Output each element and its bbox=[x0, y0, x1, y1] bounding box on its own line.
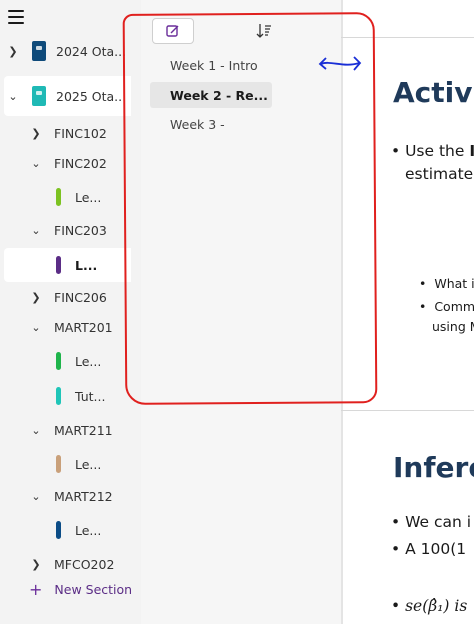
notebook-icon bbox=[32, 41, 46, 61]
heading-activity: Activit bbox=[393, 76, 474, 109]
new-page-button[interactable] bbox=[152, 18, 194, 44]
new-section-label: New Section bbox=[54, 581, 131, 597]
chevron-down-icon[interactable]: ⌄ bbox=[29, 223, 43, 237]
chevron-down-icon[interactable]: ⌄ bbox=[29, 320, 43, 334]
page-list-panel: Week 1 - Intro Week 2 - Re... Week 3 - bbox=[141, 0, 341, 624]
section-label: MFCO202 bbox=[54, 556, 115, 572]
section-color-bar bbox=[56, 256, 61, 274]
bullet-1-line-2: estimate bbox=[405, 165, 474, 183]
section-label: MART211 bbox=[54, 422, 113, 438]
section-item-finc102[interactable]: ❯ FINC102 bbox=[0, 119, 107, 147]
section-page-label: Le... bbox=[75, 189, 102, 205]
chevron-right-icon[interactable]: ❯ bbox=[29, 290, 43, 304]
section-page-label: Le... bbox=[75, 522, 102, 538]
plus-icon: + bbox=[29, 579, 43, 599]
section-page-item-selected[interactable]: L... bbox=[0, 251, 97, 279]
onenote-window: ❯ 2024 Ota... ⌄ 2025 Ota... ❯ FINC102 ⌄ … bbox=[0, 0, 474, 624]
section-item-mart212[interactable]: ⌄ MART212 bbox=[0, 482, 113, 510]
chevron-down-icon[interactable]: ⌄ bbox=[29, 423, 43, 437]
notebook-icon bbox=[32, 86, 46, 106]
page-item-week2[interactable]: Week 2 - Re... bbox=[150, 82, 272, 108]
section-item-mart201[interactable]: ⌄ MART201 bbox=[0, 313, 113, 341]
formula-line: • se(β̂₁) is bbox=[391, 597, 468, 615]
section-label: FINC102 bbox=[54, 125, 107, 141]
section-item-finc206[interactable]: ❯ FINC206 bbox=[0, 283, 107, 311]
heading-inference: Inferen bbox=[393, 451, 474, 484]
section-page-item[interactable]: Tut... bbox=[0, 382, 105, 410]
chevron-down-icon[interactable]: ⌄ bbox=[29, 489, 43, 503]
bullet-2: • We can i bbox=[391, 513, 472, 531]
section-item-finc202[interactable]: ⌄ FINC202 bbox=[0, 149, 107, 177]
section-color-bar bbox=[56, 455, 61, 473]
sub-bullet-1: • What i bbox=[419, 276, 474, 291]
bullet-1: • Use the I bbox=[391, 142, 474, 160]
new-section-button[interactable]: + New Section bbox=[0, 575, 131, 603]
section-page-label: Tut... bbox=[75, 388, 106, 404]
sort-icon bbox=[256, 24, 271, 38]
notebook-sidebar: ❯ 2024 Ota... ⌄ 2025 Ota... ❯ FINC102 ⌄ … bbox=[0, 0, 131, 624]
section-page-item[interactable]: Le... bbox=[0, 347, 101, 375]
section-color-bar bbox=[56, 387, 61, 405]
notebook-item-2024[interactable]: ❯ 2024 Ota... bbox=[0, 37, 126, 65]
page-item-week3[interactable]: Week 3 - bbox=[150, 111, 272, 137]
section-color-bar bbox=[56, 521, 61, 539]
chevron-down-icon[interactable]: ⌄ bbox=[29, 156, 43, 170]
content-divider bbox=[341, 37, 474, 38]
section-color-bar bbox=[56, 352, 61, 370]
sort-pages-button[interactable] bbox=[253, 20, 275, 42]
section-label: FINC203 bbox=[54, 222, 107, 238]
section-page-label: L... bbox=[75, 257, 98, 273]
section-label: MART212 bbox=[54, 488, 113, 504]
hamburger-menu-icon[interactable] bbox=[8, 10, 24, 24]
content-divider bbox=[341, 410, 474, 411]
page-content[interactable]: Activit • Use the I estimate • What i • … bbox=[341, 0, 474, 624]
notebook-label: 2025 Ota... bbox=[56, 88, 127, 104]
section-color-bar bbox=[56, 188, 61, 206]
notebook-label: 2024 Ota... bbox=[56, 43, 127, 59]
sub-bullet-2: • Comm bbox=[419, 299, 474, 314]
chevron-right-icon[interactable]: ❯ bbox=[6, 44, 20, 58]
section-label: MART201 bbox=[54, 319, 113, 335]
section-page-item[interactable]: Le... bbox=[0, 183, 101, 211]
section-page-item[interactable]: Le... bbox=[0, 450, 101, 478]
chevron-right-icon[interactable]: ❯ bbox=[29, 126, 43, 140]
section-page-label: Le... bbox=[75, 353, 102, 369]
section-item-mfco202[interactable]: ❯ MFCO202 bbox=[0, 550, 114, 578]
sub-bullet-2-line-2: using M bbox=[432, 319, 474, 334]
chevron-down-icon[interactable]: ⌄ bbox=[6, 89, 20, 103]
bullet-3: • A 100(1 bbox=[391, 540, 467, 558]
notebook-item-2025[interactable]: ⌄ 2025 Ota... bbox=[0, 82, 126, 110]
section-label: FINC202 bbox=[54, 155, 107, 171]
section-page-item[interactable]: Le... bbox=[0, 516, 101, 544]
page-label: Week 3 - bbox=[170, 116, 225, 132]
section-item-mart211[interactable]: ⌄ MART211 bbox=[0, 416, 113, 444]
page-label: Week 2 - Re... bbox=[170, 87, 268, 103]
section-page-label: Le... bbox=[75, 456, 102, 472]
section-label: FINC206 bbox=[54, 289, 107, 305]
new-page-icon bbox=[166, 25, 179, 37]
section-item-finc203[interactable]: ⌄ FINC203 bbox=[0, 216, 107, 244]
page-label: Week 1 - Intro bbox=[170, 57, 258, 73]
panel-divider[interactable] bbox=[341, 0, 343, 624]
chevron-right-icon[interactable]: ❯ bbox=[29, 557, 43, 571]
page-item-week1[interactable]: Week 1 - Intro bbox=[150, 52, 272, 78]
resize-arrow-annotation-icon bbox=[318, 56, 362, 71]
